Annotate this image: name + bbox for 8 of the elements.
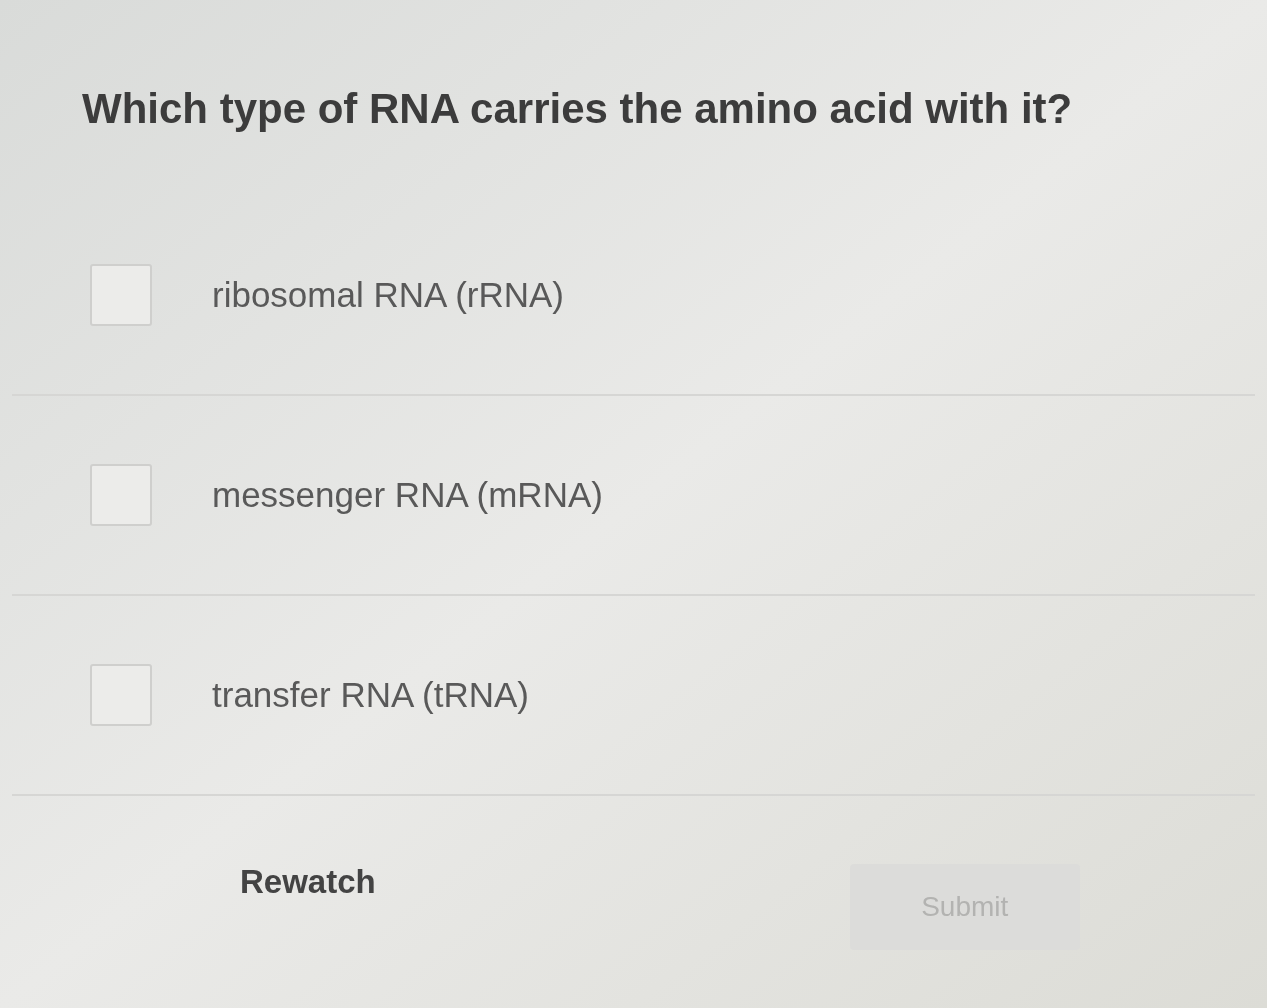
checkbox[interactable] [90,264,152,326]
checkbox[interactable] [90,664,152,726]
option-label[interactable]: transfer RNA (tRNA) [212,674,529,716]
option-label[interactable]: messenger RNA (mRNA) [212,474,603,516]
question-text: Which type of RNA carries the amino acid with it? [82,84,1073,134]
option-label[interactable]: ribosomal RNA (rRNA) [212,274,564,316]
rewatch-button[interactable]: Rewatch [240,862,376,902]
checkbox[interactable] [90,464,152,526]
